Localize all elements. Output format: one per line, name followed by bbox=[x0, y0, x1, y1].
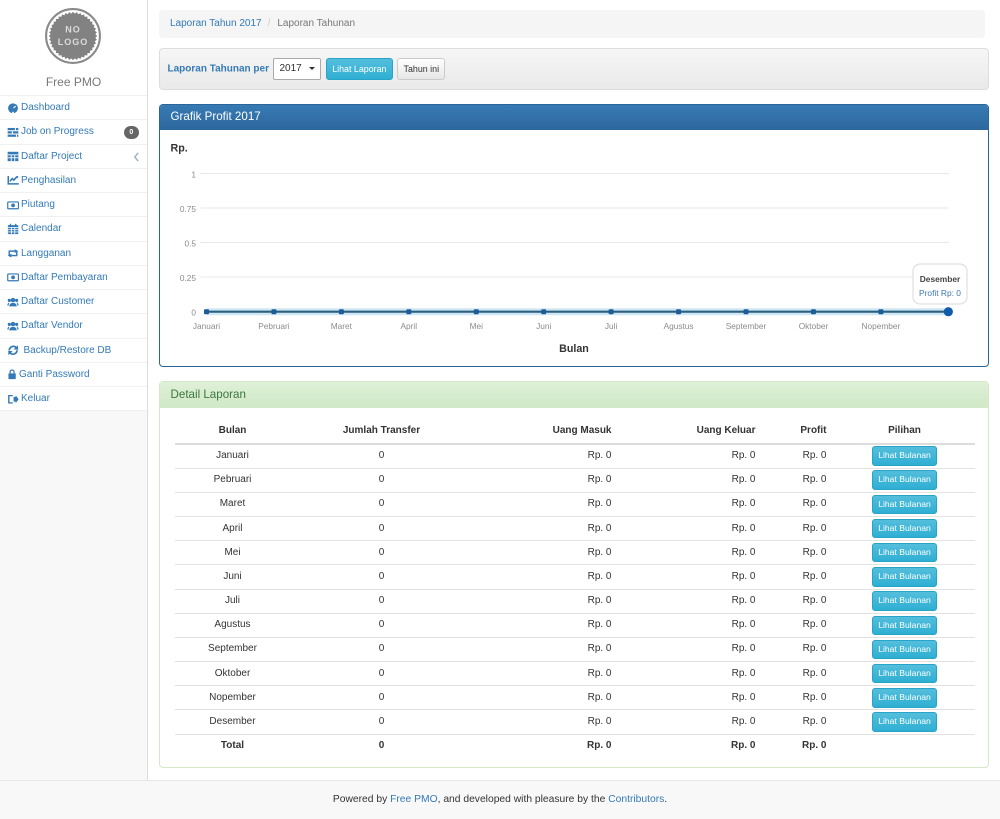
svg-text:Profit Rp: 0: Profit Rp: 0 bbox=[919, 288, 961, 298]
svg-text:Juni: Juni bbox=[536, 321, 551, 331]
svg-text:0.75: 0.75 bbox=[179, 204, 196, 214]
svg-text:April: April bbox=[400, 321, 417, 331]
svg-text:Juli: Juli bbox=[604, 321, 617, 331]
svg-text:0.5: 0.5 bbox=[184, 238, 196, 248]
svg-text:Januari: Januari bbox=[192, 321, 219, 331]
svg-text:Desember: Desember bbox=[919, 274, 960, 284]
svg-text:Mei: Mei bbox=[469, 321, 483, 331]
svg-text:Rp.: Rp. bbox=[170, 142, 187, 154]
svg-text:1: 1 bbox=[191, 169, 196, 179]
svg-text:Maret: Maret bbox=[330, 321, 352, 331]
svg-text:Nopember: Nopember bbox=[861, 321, 900, 331]
svg-text:Agustus: Agustus bbox=[663, 321, 693, 331]
svg-text:0: 0 bbox=[191, 307, 196, 317]
svg-text:Bulan: Bulan bbox=[559, 343, 589, 355]
svg-text:LOGO: LOGO bbox=[58, 37, 89, 47]
svg-text:0.25: 0.25 bbox=[179, 273, 196, 283]
svg-text:Oktober: Oktober bbox=[798, 321, 828, 331]
svg-text:Pebruari: Pebruari bbox=[258, 321, 290, 331]
svg-text:NO: NO bbox=[65, 25, 81, 35]
svg-text:September: September bbox=[725, 321, 766, 331]
